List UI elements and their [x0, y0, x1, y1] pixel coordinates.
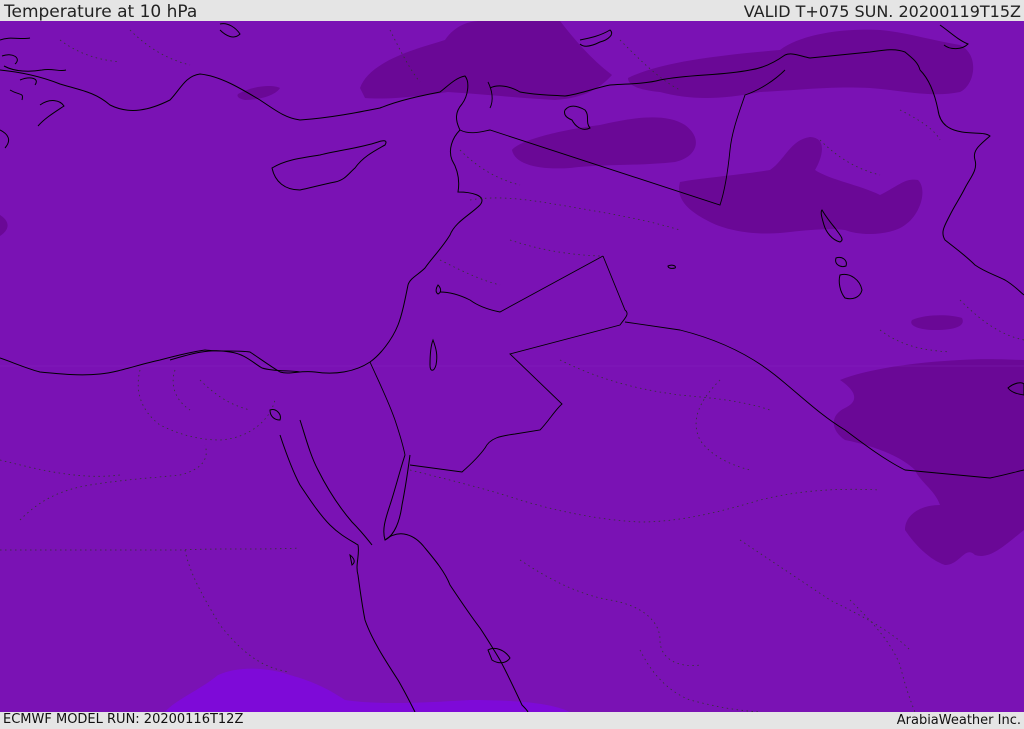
- valid-time: VALID T+075 SUN. 20200119T15Z: [743, 2, 1021, 21]
- weather-map: [0, 21, 1024, 712]
- footer-bar: ECMWF MODEL RUN: 20200116T12Z ArabiaWeat…: [0, 712, 1024, 729]
- header-bar: Temperature at 10 hPa VALID T+075 SUN. 2…: [0, 0, 1024, 21]
- credit-label: ArabiaWeather Inc.: [896, 713, 1021, 728]
- map-area[interactable]: [0, 21, 1024, 712]
- model-run-label: ECMWF MODEL RUN: 20200116T12Z: [3, 712, 244, 727]
- temperature-field-base: [0, 21, 1024, 712]
- map-title: Temperature at 10 hPa: [4, 2, 198, 22]
